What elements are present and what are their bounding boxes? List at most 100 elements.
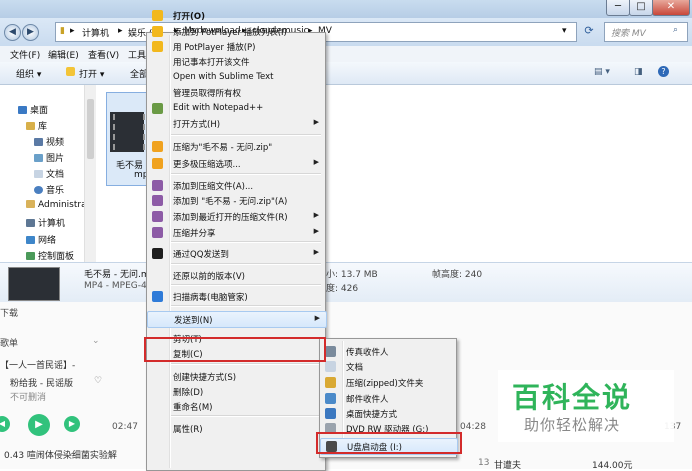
nav-scroll-thumb[interactable]: [87, 99, 94, 159]
watermark: 百科全说 助你轻松解决: [498, 370, 674, 442]
play-button[interactable]: ▶: [28, 414, 50, 436]
submenu-arrow-icon: ▶: [313, 118, 319, 126]
context-menu-item[interactable]: 更多极压缩选项... ▶: [147, 156, 325, 171]
context-menu-item[interactable]: 通过QQ发送到 ▶: [147, 246, 325, 261]
toolbar: 组织 ▾ 打开 ▾ 全部 ▤ ▾ ◨ ?: [0, 62, 692, 85]
search-icon[interactable]: ⌕: [673, 25, 678, 35]
music-download-label[interactable]: 下载: [0, 306, 18, 319]
send-to-item[interactable]: 文档: [320, 359, 456, 374]
music-song-sub: 不可删消: [10, 393, 47, 403]
context-menu-item[interactable]: 发送到(N) ▶: [147, 311, 327, 328]
next-button[interactable]: ▶: [64, 416, 80, 432]
menu-separator: [171, 363, 321, 365]
close-button[interactable]: ✕: [652, 0, 690, 16]
chevron-down-icon[interactable]: ▾: [562, 26, 567, 36]
documents-icon: [325, 361, 336, 372]
music-playlist-item[interactable]: 【一人一首民谣】-: [0, 358, 75, 371]
context-menu-item[interactable]: 压缩为"毛不易 - 无问.zip": [147, 139, 325, 154]
nav-item-pictures[interactable]: 图片: [34, 151, 64, 164]
videos-icon: [34, 138, 43, 146]
nav-item-library[interactable]: 库: [26, 119, 47, 132]
nav-item-desktop[interactable]: 桌面: [18, 103, 48, 116]
nav-item-music[interactable]: 音乐: [34, 183, 64, 196]
context-menu-item[interactable]: Edit with Notepad++: [147, 101, 325, 116]
winrar-icon: [152, 227, 163, 238]
context-menu-label: 用记事本打开该文件: [173, 58, 250, 68]
back-button[interactable]: ◀: [4, 24, 21, 41]
open-button[interactable]: 打开 ▾: [79, 67, 104, 80]
context-menu-label: 压缩并分享: [173, 229, 216, 239]
heart-icon[interactable]: ♡: [94, 376, 102, 386]
context-menu-item[interactable]: 添加到最近打开的压缩文件(R) ▶: [147, 209, 325, 224]
shield-icon: [152, 291, 163, 302]
context-menu-item[interactable]: 用 PotPlayer 播放(P): [147, 39, 325, 54]
music-playlist-label[interactable]: 歌单: [0, 336, 18, 349]
network-icon: [26, 236, 35, 244]
organize-button[interactable]: 组织 ▾: [16, 67, 41, 80]
chevron-right-icon: ▸: [70, 26, 75, 36]
nav-item-computer[interactable]: 计算机: [26, 216, 65, 229]
archive-icon: [152, 141, 163, 152]
context-menu-item[interactable]: 压缩并分享 ▶: [147, 225, 325, 240]
details-length: 度: 426: [326, 284, 359, 294]
context-menu-item[interactable]: 添加到压缩文件(A)...: [147, 178, 325, 193]
context-menu-item[interactable]: 管理员取得所有权: [147, 85, 325, 100]
menu-view[interactable]: 查看(V): [88, 48, 119, 61]
folder-icon: ▮: [60, 26, 65, 36]
nav-item-control-panel[interactable]: 控制面板: [26, 249, 74, 262]
context-menu-item[interactable]: Open with Sublime Text: [147, 70, 325, 85]
maximize-button[interactable]: □: [629, 0, 653, 16]
context-menu-item[interactable]: 还原以前的版本(V): [147, 268, 325, 283]
desktop-icon: [325, 408, 336, 419]
menu-file[interactable]: 文件(F): [10, 48, 40, 61]
control-panel-icon: [26, 252, 35, 260]
context-menu-item[interactable]: 添加到 "毛不易 - 无问.zip"(A): [147, 193, 325, 208]
send-to-label: 传真收件人: [346, 348, 389, 358]
context-menu-item[interactable]: 删除(D): [147, 384, 325, 399]
context-menu-item[interactable]: 添加到 PotPlayer 播放列表(I): [147, 24, 325, 39]
context-menu-item[interactable]: 打开(O): [147, 8, 325, 23]
context-menu-item[interactable]: 属性(R): [147, 421, 325, 436]
nav-item-documents[interactable]: 文档: [34, 167, 64, 180]
music-icon: [34, 186, 43, 194]
previous-button[interactable]: ◀: [0, 416, 10, 432]
context-menu-item[interactable]: 重命名(M): [147, 399, 325, 414]
music-song-title[interactable]: 粉给我 - 民谣版: [10, 376, 73, 389]
context-menu-label: Edit with Notepad++: [173, 103, 264, 113]
row-title: 甘遭夫: [494, 461, 522, 471]
menu-separator: [171, 415, 321, 417]
potplayer-icon: [152, 10, 163, 21]
view-options-icon[interactable]: ▤ ▾: [594, 67, 610, 77]
menu-edit[interactable]: 编辑(E): [48, 48, 79, 61]
send-to-item[interactable]: 桌面快捷方式: [320, 406, 456, 421]
details-size: 小: 13.7 MB: [326, 270, 378, 280]
help-icon[interactable]: ?: [658, 66, 669, 77]
refresh-icon[interactable]: ⟳: [580, 24, 598, 40]
qq-icon: [152, 248, 163, 259]
breadcrumb-computer[interactable]: 计算机: [82, 26, 109, 39]
context-menu-item[interactable]: 打开方式(H) ▶: [147, 116, 325, 131]
minimize-button[interactable]: ─: [606, 0, 630, 16]
send-to-item[interactable]: 传真收件人: [320, 344, 456, 359]
time-total: 04:28: [460, 422, 486, 432]
mail-icon: [325, 393, 336, 404]
context-menu-label: 属性(R): [173, 425, 203, 435]
context-menu-label: 打开(O): [173, 12, 205, 22]
send-to-item[interactable]: 压缩(zipped)文件夹: [320, 375, 456, 390]
nav-item-videos[interactable]: 视频: [34, 135, 64, 148]
send-to-item[interactable]: 邮件收件人: [320, 391, 456, 406]
forward-button[interactable]: ▶: [22, 24, 39, 41]
nav-item-administrator[interactable]: Administra: [26, 200, 87, 210]
context-menu-label: 压缩为"毛不易 - 无问.zip": [173, 143, 273, 153]
nav-item-network[interactable]: 网络: [26, 233, 56, 246]
context-menu-item[interactable]: 用记事本打开该文件: [147, 54, 325, 69]
menu-tools[interactable]: 工具: [128, 48, 146, 61]
preview-pane-icon[interactable]: ◨: [634, 67, 643, 77]
context-menu-label: 用 PotPlayer 播放(P): [173, 43, 256, 53]
context-menu-item[interactable]: 创建快捷方式(S): [147, 369, 325, 384]
chevron-down-icon[interactable]: ⌄: [92, 336, 100, 346]
row-price: 144.00元: [592, 461, 633, 471]
search-input[interactable]: 搜索 MV ⌕: [604, 22, 688, 42]
context-menu-label: 还原以前的版本(V): [173, 272, 245, 282]
context-menu-item[interactable]: 扫描病毒(电脑管家): [147, 289, 325, 304]
